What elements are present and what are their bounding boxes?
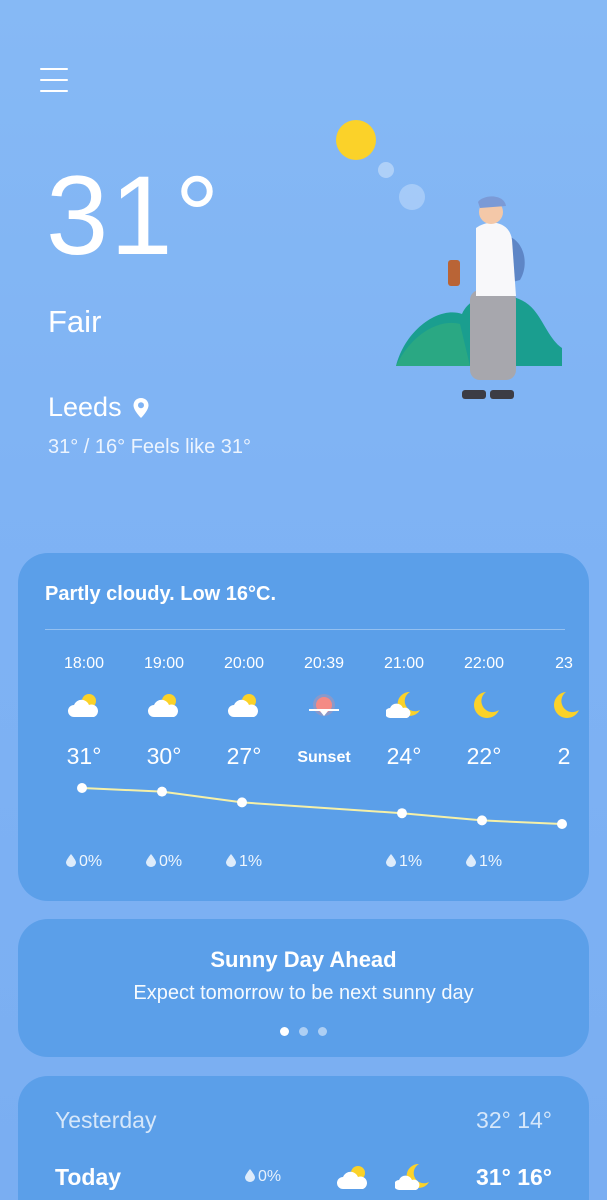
moon-icon <box>546 690 582 722</box>
hour-item: 18:00 31° 0% <box>44 553 124 901</box>
location[interactable]: Leeds <box>48 392 150 423</box>
daily-forecast-card[interactable]: Yesterday 32° 14° Today 0% 31° 16° <box>18 1076 589 1200</box>
cloudy-moon-icon <box>385 690 422 722</box>
hour-item: 22:00 22° 1% <box>444 553 524 901</box>
tip-card[interactable]: Sunny Day Ahead Expect tomorrow to be ne… <box>18 919 589 1057</box>
day-label: Today <box>55 1163 122 1190</box>
hour-temp: 22° <box>466 743 502 769</box>
map-pin-icon <box>133 397 149 418</box>
hour-time: 23 <box>555 655 573 672</box>
daily-row-today[interactable]: Today 0% 31° 16° <box>55 1157 552 1197</box>
hour-temp: 31° <box>66 743 102 769</box>
tip-subtitle: Expect tomorrow to be next sunny day <box>133 982 474 1004</box>
partly-cloudy-icon <box>66 690 102 722</box>
location-name: Leeds <box>48 392 122 422</box>
current-temperature: 31° <box>46 153 222 278</box>
hour-time: 20:00 <box>223 655 265 672</box>
hamburger-menu-icon <box>40 68 68 70</box>
hour-time: 21:00 <box>383 655 425 672</box>
raindrop-icon <box>145 854 156 867</box>
page-indicator <box>18 1027 589 1036</box>
hourly-strip[interactable]: 18:00 31° 0% 19:00 30° 0% 20:00 27° 1% 20:39 Sunse… <box>18 553 589 901</box>
hour-item: 20:39 Sunset <box>284 553 364 901</box>
hour-precipitation: 1% <box>364 853 444 871</box>
day-high-low: 32° 14° <box>476 1106 552 1133</box>
raindrop-icon <box>65 854 76 867</box>
high-low-feels-like: 31° / 16° Feels like 31° <box>48 436 251 458</box>
hour-precipitation: 1% <box>204 853 284 871</box>
hour-time: 19:00 <box>143 655 185 672</box>
tip-title: Sunny Day Ahead <box>210 947 397 972</box>
current-condition: Fair <box>48 304 102 339</box>
hour-temp: 2 <box>557 743 571 769</box>
raindrop-icon <box>465 854 476 867</box>
raindrop-icon <box>385 854 396 867</box>
hour-item: 21:00 24° 1% <box>364 553 444 901</box>
partly-cloudy-icon <box>337 1166 367 1189</box>
partly-cloudy-icon <box>226 690 262 722</box>
page-dot[interactable] <box>318 1027 327 1036</box>
raindrop-icon <box>245 1169 255 1182</box>
moon-icon <box>466 690 502 722</box>
sun-icon <box>336 120 376 160</box>
hour-item: 23 2 <box>524 553 589 901</box>
hour-time: 22:00 <box>463 655 505 672</box>
partly-cloudy-icon <box>146 690 182 722</box>
hourly-forecast-card[interactable]: Partly cloudy. Low 16°C. 18:00 31° 0% 19:00… <box>18 553 589 901</box>
day-label: Yesterday <box>55 1106 157 1133</box>
cloudy-moon-icon <box>395 1163 429 1190</box>
day-precipitation: 0% <box>245 1168 335 1186</box>
page-dot[interactable] <box>299 1027 308 1036</box>
hour-item: 20:00 27° 1% <box>204 553 284 901</box>
page-dot[interactable] <box>280 1027 289 1036</box>
hour-precipitation: 1% <box>444 853 524 871</box>
day-high-low: 31° 16° <box>476 1163 552 1190</box>
hour-precipitation: 0% <box>124 853 204 871</box>
hour-item: 19:00 30° 0% <box>124 553 204 901</box>
raindrop-icon <box>225 854 236 867</box>
weather-illustration <box>336 120 562 399</box>
menu-button[interactable] <box>40 68 68 96</box>
daily-row-yesterday[interactable]: Yesterday 32° 14° <box>55 1100 552 1140</box>
hour-temp: 24° <box>386 743 422 769</box>
hour-temp: Sunset <box>297 749 351 766</box>
hour-precipitation: 0% <box>44 853 124 871</box>
hour-temp: 27° <box>226 743 262 769</box>
hour-time: 20:39 <box>303 655 345 672</box>
sunset-icon <box>306 690 342 722</box>
hour-temp: 30° <box>146 743 182 769</box>
hour-time: 18:00 <box>63 655 105 672</box>
